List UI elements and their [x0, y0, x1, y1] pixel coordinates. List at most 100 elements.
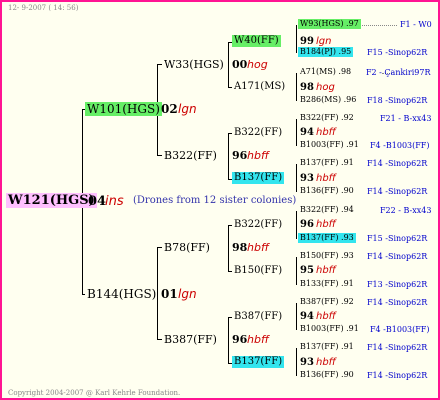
g3-queen[interactable]: B322(FF) [232, 127, 284, 139]
connector [296, 119, 297, 146]
g4-name: B322(FF) [300, 113, 339, 122]
g4-queen[interactable]: B137(FF) .93 [298, 233, 356, 243]
g4-name: B137(FF) [300, 342, 339, 351]
connector [228, 42, 229, 87]
g1-queen[interactable]: B144(HGS) [85, 287, 158, 301]
g2-queen[interactable]: B322(FF) [162, 149, 219, 162]
g3-style: hbff [316, 127, 336, 138]
g4-name: B136(FF) [300, 186, 339, 195]
g4-year: .95 [338, 47, 352, 56]
connector [228, 317, 229, 363]
g4-origin: F15 -Sinop62R [367, 48, 428, 57]
g3-queen[interactable]: B322(FF) [232, 219, 284, 231]
g4-origin: F15 -Sinop62R [367, 234, 428, 243]
g3-style: hbff [316, 357, 336, 368]
g2-queen[interactable]: B78(FF) [162, 241, 212, 254]
g4-queen[interactable]: A71(MS) .98 [298, 67, 353, 77]
connector [296, 348, 297, 376]
g3-style: hog [316, 82, 335, 93]
g3-year: 93 [300, 357, 314, 368]
g3-style: hbff [316, 265, 336, 276]
g4-queen[interactable]: B133(FF) .91 [298, 279, 356, 289]
connector [228, 225, 229, 271]
g4-queen[interactable]: B1003(FF) .91 [298, 140, 361, 150]
g3-year: 94 [300, 311, 314, 322]
g4-name: B150(FF) [300, 251, 339, 260]
g1-year: 01 [161, 287, 178, 301]
g4-queen[interactable]: B322(FF) .92 [298, 113, 356, 123]
g4-queen[interactable]: B136(FF) .90 [298, 186, 356, 196]
g3-year: 95 [300, 265, 314, 276]
g4-year: .90 [341, 186, 354, 195]
g4-year: .90 [341, 370, 354, 379]
g3-queen[interactable]: B137(FF) [232, 172, 285, 184]
g4-queen[interactable]: B184(PJ) .95 [298, 47, 354, 57]
g2-queen[interactable]: W33(HGS) [162, 58, 226, 71]
g3-queen[interactable]: W40(FF) [232, 35, 281, 47]
g4-year: .96 [343, 95, 357, 104]
g2-year: 98 [232, 241, 248, 254]
g3-year: 94 [300, 127, 314, 138]
root-queen[interactable]: W121(HGS) [6, 193, 97, 208]
g3-style: lgn [316, 36, 332, 47]
g4-origin: F14 -Sinop62R [367, 343, 428, 352]
g3-queen[interactable]: B150(FF) [232, 265, 284, 277]
g3-queen[interactable]: A171(MS) [232, 81, 287, 93]
g3-style: hbff [316, 173, 336, 184]
g4-name: A71(MS) [300, 67, 336, 76]
g1-style: lgn [178, 287, 197, 301]
g4-name: B286(MS) [300, 95, 342, 104]
g3-style: hbff [316, 219, 336, 230]
g2-style: hbff [247, 333, 269, 346]
g4-origin: F14 -Sinop62R [367, 252, 428, 261]
g4-year: .93 [341, 233, 354, 242]
g4-origin: F21 - B-xx43 [380, 114, 432, 123]
g4-year: .94 [341, 205, 354, 214]
g4-year: .91 [346, 324, 359, 333]
g2-year: 96 [232, 333, 248, 346]
g4-queen[interactable]: B1003(FF) .91 [298, 324, 361, 334]
connector [296, 211, 297, 239]
g2-year: 00 [232, 58, 248, 71]
g4-queen[interactable]: B322(FF) .94 [298, 205, 356, 215]
g4-name: B387(FF) [300, 297, 339, 306]
g4-queen[interactable]: B136(FF) .90 [298, 370, 356, 380]
g4-name: B1003(FF) [300, 324, 344, 333]
g4-name: B1003(FF) [300, 140, 344, 149]
g4-origin: F22 - B-xx43 [380, 206, 432, 215]
g2-queen[interactable]: B387(FF) [162, 333, 219, 346]
g4-year: .91 [341, 342, 354, 351]
g4-origin: F2 - Çankiri97R [366, 68, 431, 77]
g4-origin: F1 - W0 [400, 20, 432, 29]
g4-queen[interactable]: W93(HGS) .97 [298, 19, 361, 29]
g4-origin: F4 -B1003(FF) [370, 141, 430, 150]
connector [296, 25, 297, 53]
g3-queen[interactable]: B137(FF) [232, 356, 285, 368]
g4-name: B133(FF) [300, 279, 339, 288]
g4-year: .97 [346, 19, 359, 28]
g1-style: lgn [178, 102, 197, 116]
g4-year: .92 [341, 297, 354, 306]
g4-year: .93 [341, 251, 354, 260]
root-year: 04 [88, 194, 107, 209]
g4-origin: F18 -Sinop62R [367, 96, 428, 105]
g4-name: B137(FF) [300, 158, 339, 167]
g4-queen[interactable]: B137(FF) .91 [298, 158, 356, 168]
g3-year: 98 [300, 82, 314, 93]
g4-queen[interactable]: B137(FF) .91 [298, 342, 356, 352]
g2-year: 96 [232, 149, 248, 162]
g4-origin: F14 -Sinop62R [367, 159, 428, 168]
g4-origin: F14 -Sinop62R [367, 187, 428, 196]
g4-queen[interactable]: B387(FF) .92 [298, 297, 356, 307]
g1-queen[interactable]: W101(HGS) [85, 102, 162, 116]
connector [296, 303, 297, 330]
drones-note: (Drones from 12 sister colonies) [133, 195, 297, 206]
header-date: 12- 9-2007 ( 14: 56) [8, 4, 79, 12]
g3-year: 93 [300, 173, 314, 184]
g4-name: B137(FF) [300, 233, 339, 242]
g4-origin: F13 -Sinop62R [367, 280, 428, 289]
g4-queen[interactable]: B150(FF) .93 [298, 251, 356, 261]
g3-queen[interactable]: B387(FF) [232, 311, 284, 323]
g3-style: hbff [316, 311, 336, 322]
g4-queen[interactable]: B286(MS) .96 [298, 95, 358, 105]
